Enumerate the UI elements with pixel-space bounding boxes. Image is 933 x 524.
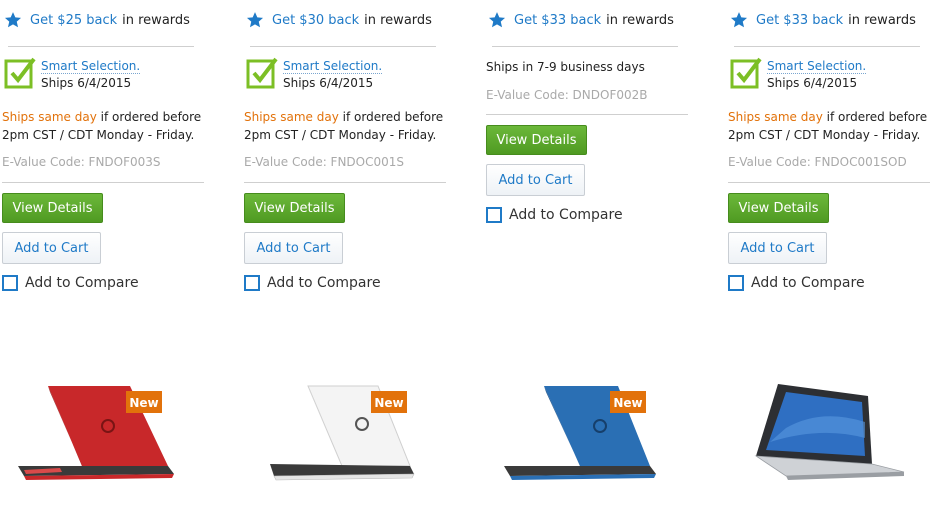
compare-label: Add to Compare bbox=[751, 275, 865, 291]
product-card-1: Get $25 back in rewards Smart Selection.… bbox=[0, 0, 205, 524]
product-card-2: Get $30 back in rewards Smart Selection.… bbox=[242, 0, 447, 524]
rewards-text: in rewards bbox=[122, 12, 190, 28]
svg-text:New: New bbox=[613, 396, 642, 410]
product-card-4: Get $33 back in rewards Smart Selection.… bbox=[726, 0, 931, 524]
star-icon bbox=[730, 12, 748, 28]
view-details-button[interactable]: View Details bbox=[244, 193, 345, 223]
rewards-line: Get $25 back in rewards bbox=[4, 11, 190, 29]
rewards-line: Get $33 back in rewards bbox=[730, 11, 916, 29]
smart-selection-check-icon bbox=[4, 57, 36, 89]
compare-label: Add to Compare bbox=[509, 207, 623, 223]
shipping-info: Ships same day if ordered before 2pm CST… bbox=[2, 108, 201, 144]
divider bbox=[250, 46, 436, 47]
rewards-line: Get $30 back in rewards bbox=[246, 11, 432, 29]
add-to-compare[interactable]: Add to Compare bbox=[486, 206, 623, 224]
ships-business-days: Ships in 7-9 business days bbox=[486, 60, 645, 74]
compare-label: Add to Compare bbox=[267, 275, 381, 291]
divider bbox=[492, 46, 678, 47]
svg-text:New: New bbox=[129, 396, 158, 410]
ships-date: Ships 6/4/2015 bbox=[41, 76, 132, 90]
shipping-info: Ships same day if ordered before 2pm CST… bbox=[728, 108, 927, 144]
new-badge: New bbox=[126, 391, 162, 413]
laptop-image[interactable]: New bbox=[242, 378, 447, 496]
laptop-image[interactable]: New bbox=[484, 378, 689, 496]
star-icon bbox=[246, 12, 264, 28]
star-icon bbox=[488, 12, 506, 28]
rewards-line: Get $33 back in rewards bbox=[488, 11, 674, 29]
laptop-image[interactable] bbox=[726, 378, 931, 496]
compare-checkbox[interactable] bbox=[244, 275, 260, 291]
add-to-compare[interactable]: Add to Compare bbox=[244, 274, 381, 292]
add-to-cart-button[interactable]: Add to Cart bbox=[2, 232, 101, 264]
add-to-compare[interactable]: Add to Compare bbox=[728, 274, 865, 292]
rewards-link[interactable]: Get $25 back bbox=[30, 13, 117, 28]
ships-date: Ships 6/4/2015 bbox=[283, 76, 374, 90]
star-icon bbox=[4, 12, 22, 28]
divider bbox=[734, 46, 920, 47]
evalue-code: E-Value Code: DNDOF002B bbox=[486, 88, 648, 102]
add-to-cart-button[interactable]: Add to Cart bbox=[244, 232, 343, 264]
evalue-code: E-Value Code: FNDOF003S bbox=[2, 155, 161, 169]
divider bbox=[8, 46, 194, 47]
rewards-link[interactable]: Get $33 back bbox=[514, 13, 601, 28]
ship-hours: 2pm CST / CDT Monday - Friday. bbox=[728, 128, 921, 142]
shipping-info: Ships same day if ordered before 2pm CST… bbox=[244, 108, 443, 144]
view-details-button[interactable]: View Details bbox=[728, 193, 829, 223]
new-badge: New bbox=[371, 391, 407, 413]
view-details-button[interactable]: View Details bbox=[486, 125, 587, 155]
divider bbox=[486, 114, 688, 115]
ship-hours: 2pm CST / CDT Monday - Friday. bbox=[2, 128, 195, 142]
smart-selection-check-icon bbox=[730, 57, 762, 89]
laptop-image[interactable]: New bbox=[0, 378, 205, 496]
evalue-code: E-Value Code: FNDOC001S bbox=[244, 155, 405, 169]
smart-selection-link[interactable]: Smart Selection. bbox=[283, 59, 383, 74]
ship-hours: 2pm CST / CDT Monday - Friday. bbox=[244, 128, 437, 142]
smart-selection-check-icon bbox=[246, 57, 278, 89]
rewards-link[interactable]: Get $30 back bbox=[272, 13, 359, 28]
divider bbox=[2, 182, 204, 183]
rewards-text: in rewards bbox=[848, 12, 916, 28]
ships-same-day: Ships same day bbox=[2, 110, 97, 124]
svg-text:New: New bbox=[374, 396, 403, 410]
new-badge: New bbox=[610, 391, 646, 413]
ships-same-day: Ships same day bbox=[728, 110, 823, 124]
smart-selection-link[interactable]: Smart Selection. bbox=[767, 59, 867, 74]
ship-condition: if ordered before bbox=[100, 110, 202, 124]
add-to-compare[interactable]: Add to Compare bbox=[2, 274, 139, 292]
add-to-cart-button[interactable]: Add to Cart bbox=[486, 164, 585, 196]
view-details-button[interactable]: View Details bbox=[2, 193, 103, 223]
compare-label: Add to Compare bbox=[25, 275, 139, 291]
product-card-3: Get $33 back in rewards Ships in 7-9 bus… bbox=[484, 0, 689, 524]
ship-condition: if ordered before bbox=[826, 110, 928, 124]
rewards-text: in rewards bbox=[606, 12, 674, 28]
rewards-link[interactable]: Get $33 back bbox=[756, 13, 843, 28]
compare-checkbox[interactable] bbox=[728, 275, 744, 291]
divider bbox=[728, 182, 930, 183]
rewards-text: in rewards bbox=[364, 12, 432, 28]
ships-date: Ships 6/4/2015 bbox=[767, 76, 858, 90]
compare-checkbox[interactable] bbox=[486, 207, 502, 223]
ship-condition: if ordered before bbox=[342, 110, 444, 124]
evalue-code: E-Value Code: FNDOC001SOD bbox=[728, 155, 907, 169]
ships-same-day: Ships same day bbox=[244, 110, 339, 124]
smart-selection-link[interactable]: Smart Selection. bbox=[41, 59, 141, 74]
compare-checkbox[interactable] bbox=[2, 275, 18, 291]
divider bbox=[244, 182, 446, 183]
add-to-cart-button[interactable]: Add to Cart bbox=[728, 232, 827, 264]
